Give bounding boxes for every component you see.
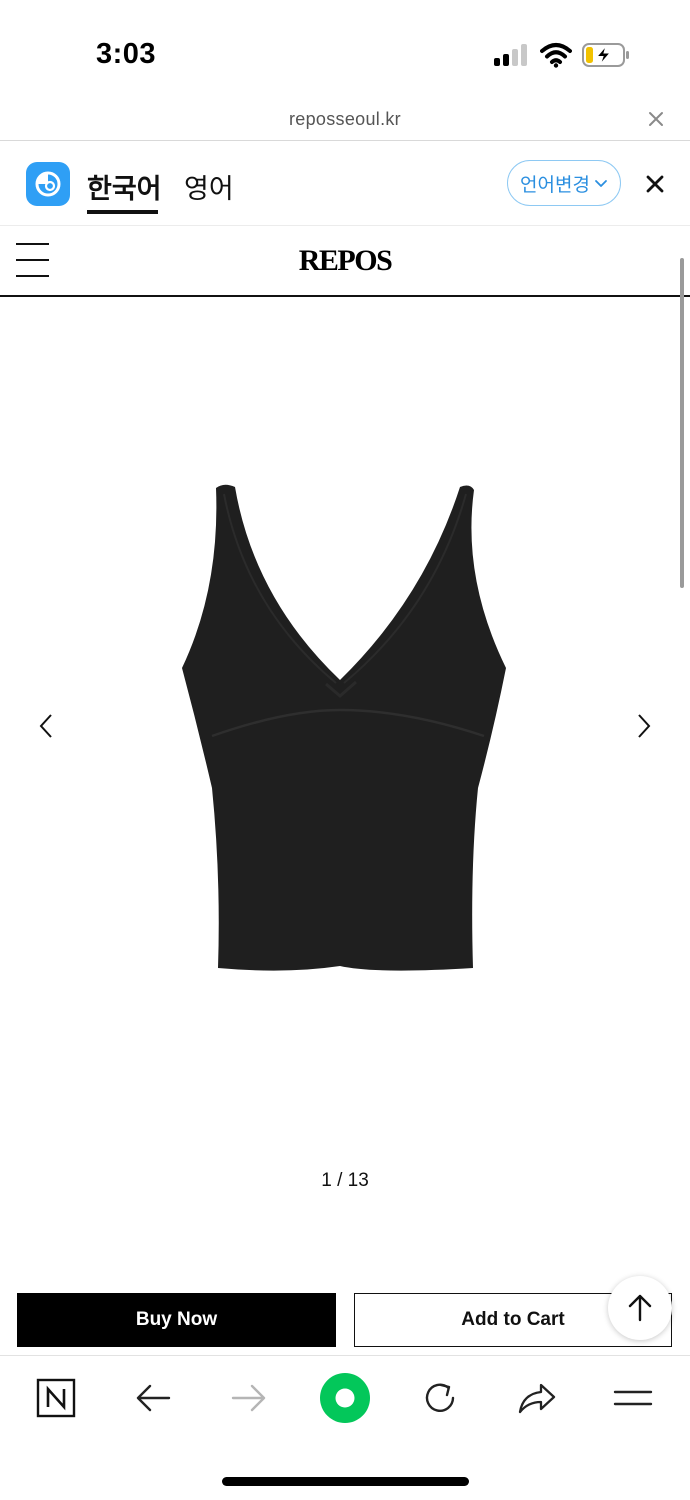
naver-home-icon[interactable] — [34, 1376, 78, 1420]
active-tab-indicator — [87, 210, 158, 214]
cellular-signal-icon — [494, 44, 530, 66]
buy-now-button[interactable]: Buy Now — [17, 1293, 336, 1347]
close-icon[interactable] — [645, 108, 667, 130]
site-logo[interactable]: REPOS — [0, 244, 690, 278]
url-bar-divider — [0, 140, 690, 141]
share-icon[interactable] — [515, 1376, 559, 1420]
arrow-up-icon — [628, 1294, 652, 1322]
status-time: 3:03 — [96, 38, 157, 70]
source-language-tab[interactable]: 한국어 — [87, 167, 162, 206]
battery-charging-icon — [582, 43, 629, 67]
change-language-button[interactable]: 언어변경 — [507, 160, 621, 206]
header-divider — [0, 295, 690, 297]
chevron-down-icon — [595, 180, 607, 187]
chevron-right-icon[interactable] — [632, 712, 656, 740]
forward-arrow-icon[interactable] — [227, 1376, 271, 1420]
wifi-icon — [540, 43, 572, 68]
change-language-label: 언어변경 — [520, 174, 590, 196]
scrollbar[interactable] — [680, 258, 684, 588]
target-language-tab[interactable]: 영어 — [184, 167, 234, 206]
refresh-icon[interactable] — [418, 1376, 462, 1420]
product-image[interactable] — [176, 478, 516, 978]
gallery-counter: 1 / 13 — [321, 1170, 369, 1191]
translate-app-icon — [26, 162, 70, 206]
toolbar-divider — [0, 1355, 690, 1356]
url-display[interactable]: reposseoul.kr — [0, 109, 690, 130]
back-arrow-icon[interactable] — [131, 1376, 175, 1420]
chevron-left-icon[interactable] — [34, 712, 58, 740]
menu-icon[interactable] — [611, 1376, 655, 1420]
home-indicator[interactable] — [222, 1477, 469, 1486]
green-dot-icon[interactable] — [319, 1372, 371, 1424]
close-icon[interactable] — [643, 172, 667, 196]
translate-bar-divider — [0, 225, 690, 226]
scroll-to-top-button[interactable] — [608, 1276, 672, 1340]
